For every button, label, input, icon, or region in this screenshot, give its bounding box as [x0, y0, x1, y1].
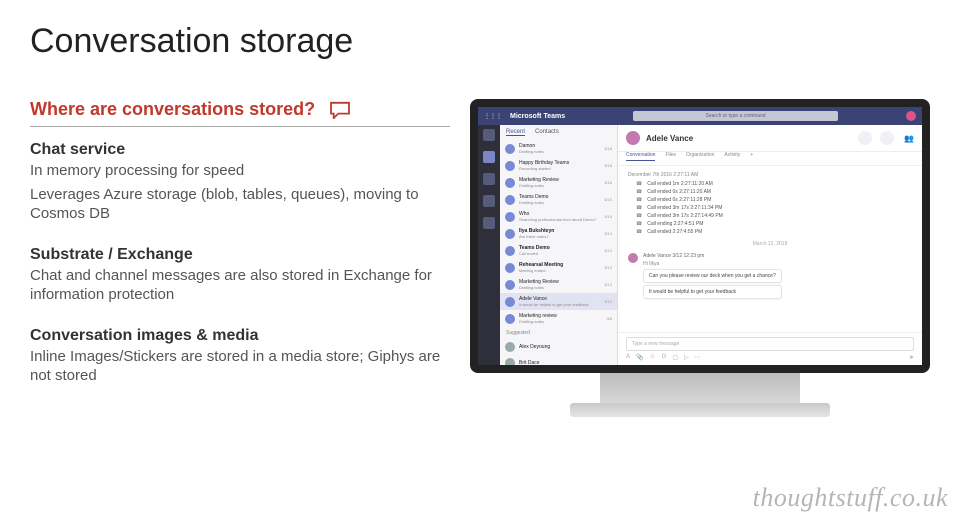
- tab-activity[interactable]: Activity: [724, 152, 740, 161]
- add-people-icon[interactable]: 👥: [904, 134, 914, 143]
- call-log-row: Call ended 3m 17s 2:27:14:49 PM: [636, 213, 912, 219]
- chat-bubble-icon: [329, 101, 351, 119]
- teams-app: ⋮⋮⋮ Microsoft Teams Search or type a com…: [478, 107, 922, 365]
- call-log-row: Call ended 1m 2:27:11:20 AM: [636, 181, 912, 187]
- rail-files[interactable]: [483, 217, 495, 229]
- tab-organization[interactable]: Organization: [686, 152, 714, 161]
- section-1-head: Chat service: [30, 141, 450, 159]
- chat-list-item[interactable]: Teams DemoDrafting notes3/15: [500, 191, 617, 208]
- chat-list-item[interactable]: Marketing reviewDrafting notes3/8: [500, 310, 617, 327]
- call-log-row: Call ended 3m 17s 2:27:11:34 PM: [636, 205, 912, 211]
- call-log-row: Call ended 0s 2:27:11:28 PM: [636, 197, 912, 203]
- monitor-mockup: ⋮⋮⋮ Microsoft Teams Search or type a com…: [470, 99, 930, 417]
- search-input[interactable]: Search or type a command: [633, 111, 838, 121]
- call-log-row: Call ended 2:27:4:55 PM: [636, 229, 912, 235]
- section-3-body: Inline Images/Stickers are stored in a m…: [30, 347, 450, 386]
- meet-icon[interactable]: ▷: [684, 354, 689, 361]
- chat-list-item[interactable]: Adele VanceIt would be helpful to get yo…: [500, 293, 617, 310]
- section-1-body-b: Leverages Azure storage (blob, tables, q…: [30, 185, 450, 224]
- section-3-head: Conversation images & media: [30, 327, 450, 345]
- suggested-contact[interactable]: Alex Deyoung: [500, 339, 617, 355]
- message-avatar: [628, 253, 638, 263]
- chat-list-item[interactable]: Rehearsal MeetingMeeting ended3/12: [500, 259, 617, 276]
- chat-main: Adele Vance 👥 Conversation Files Org: [618, 125, 922, 365]
- chat-list-item[interactable]: Ilya BukshteynAre there notes?3/14: [500, 225, 617, 242]
- timeline-date: December 7th 2016 2:27:11 AM: [628, 172, 912, 178]
- tab-add[interactable]: +: [750, 152, 753, 161]
- watermark: thoughtstuff.co.uk: [753, 483, 948, 513]
- rail-teams[interactable]: [483, 173, 495, 185]
- message-meta: Adele Vance 3/12 12:23 pm: [643, 253, 782, 259]
- waffle-icon: ⋮⋮⋮: [484, 113, 502, 120]
- center-date: March 12, 2018: [628, 241, 912, 247]
- chat-list-item[interactable]: WhoSearching professionals from about De…: [500, 208, 617, 225]
- chat-list: Recent Contacts DamonDrafting notes3/18H…: [500, 125, 618, 365]
- compose-input[interactable]: Type a new message: [626, 337, 914, 351]
- tab-files[interactable]: Files: [665, 152, 676, 161]
- chat-list-item[interactable]: Marketing ReviewDrafting notes3/12: [500, 276, 617, 293]
- message-greeting: Hi Ilkya: [643, 261, 782, 267]
- slide-title: Conversation storage: [30, 22, 930, 61]
- suggested-label: Suggested: [500, 327, 617, 339]
- tab-conversation[interactable]: Conversation: [626, 152, 655, 161]
- gif-icon[interactable]: G: [662, 354, 667, 361]
- more-icon[interactable]: ⋯: [695, 354, 701, 361]
- attach-icon[interactable]: 📎: [636, 354, 643, 361]
- send-icon[interactable]: ➤: [909, 354, 914, 361]
- person-avatar: [626, 131, 640, 145]
- app-rail: [478, 125, 500, 365]
- section-2-head: Substrate / Exchange: [30, 246, 450, 264]
- rail-chat[interactable]: [483, 151, 495, 163]
- format-icon[interactable]: A: [626, 354, 630, 361]
- chat-list-item[interactable]: Happy Birthday TeamsRecording started3/1…: [500, 157, 617, 174]
- message-bubble-2: It would be helpful to get your feedback: [643, 285, 782, 299]
- section-question: Where are conversations stored?: [30, 99, 315, 120]
- list-tab-contacts[interactable]: Contacts: [535, 129, 559, 136]
- call-log-row: Call ending 2:27:4:51 PM: [636, 221, 912, 227]
- suggested-contact[interactable]: Brit Dace: [500, 355, 617, 365]
- avatar[interactable]: [906, 111, 916, 121]
- section-1-body-a: In memory processing for speed: [30, 161, 450, 181]
- call-log-row: Call ended 0s 2:27:11:20 AM: [636, 189, 912, 195]
- message-bubble-1: Can you please review our deck when you …: [643, 269, 782, 283]
- person-name: Adele Vance: [646, 134, 693, 143]
- emoji-icon[interactable]: ☺: [650, 354, 656, 361]
- text-column: Where are conversations stored? Chat ser…: [30, 99, 450, 417]
- list-tab-recent[interactable]: Recent: [506, 129, 525, 136]
- audio-call-button[interactable]: [880, 131, 894, 145]
- chat-list-item[interactable]: Teams DemoCall ended3/12: [500, 242, 617, 259]
- chat-list-item[interactable]: Marketing ReviewDrafting notes3/16: [500, 174, 617, 191]
- section-2-body: Chat and channel messages are also store…: [30, 266, 450, 305]
- app-brand: Microsoft Teams: [510, 113, 565, 120]
- chat-list-item[interactable]: DamonDrafting notes3/18: [500, 140, 617, 157]
- rail-activity[interactable]: [483, 129, 495, 141]
- video-call-button[interactable]: [858, 131, 872, 145]
- rail-meetings[interactable]: [483, 195, 495, 207]
- sticker-icon[interactable]: ▢: [672, 354, 678, 361]
